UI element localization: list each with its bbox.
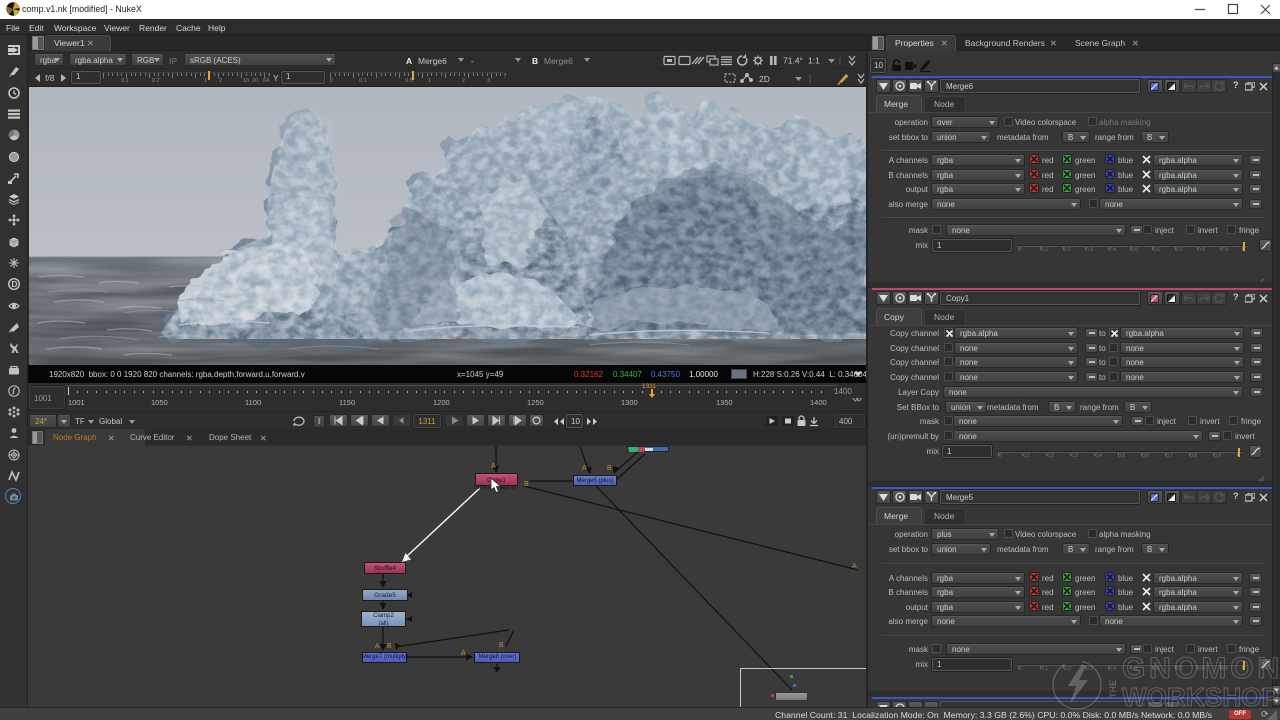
svg-text:A: A bbox=[852, 563, 857, 570]
svg-text:A: A bbox=[461, 650, 466, 657]
svg-text:WORKSHOP: WORKSHOP bbox=[1122, 682, 1280, 710]
svg-text:A: A bbox=[491, 463, 496, 470]
svg-text:1:1: 1:1 bbox=[808, 56, 820, 66]
svg-text:D: D bbox=[11, 279, 17, 289]
svg-text:A: A bbox=[582, 465, 587, 472]
svg-text:2D: 2D bbox=[759, 74, 770, 84]
svg-text:71.4°: 71.4° bbox=[783, 56, 803, 66]
svg-text:B: B bbox=[499, 642, 504, 649]
svg-text:A: A bbox=[375, 643, 380, 650]
svg-text:B: B bbox=[524, 481, 529, 488]
svg-text:B: B bbox=[387, 643, 392, 650]
svg-text:GNOMON: GNOMON bbox=[1122, 652, 1280, 685]
svg-text:THE: THE bbox=[1108, 680, 1118, 698]
svg-text:B: B bbox=[607, 465, 612, 472]
